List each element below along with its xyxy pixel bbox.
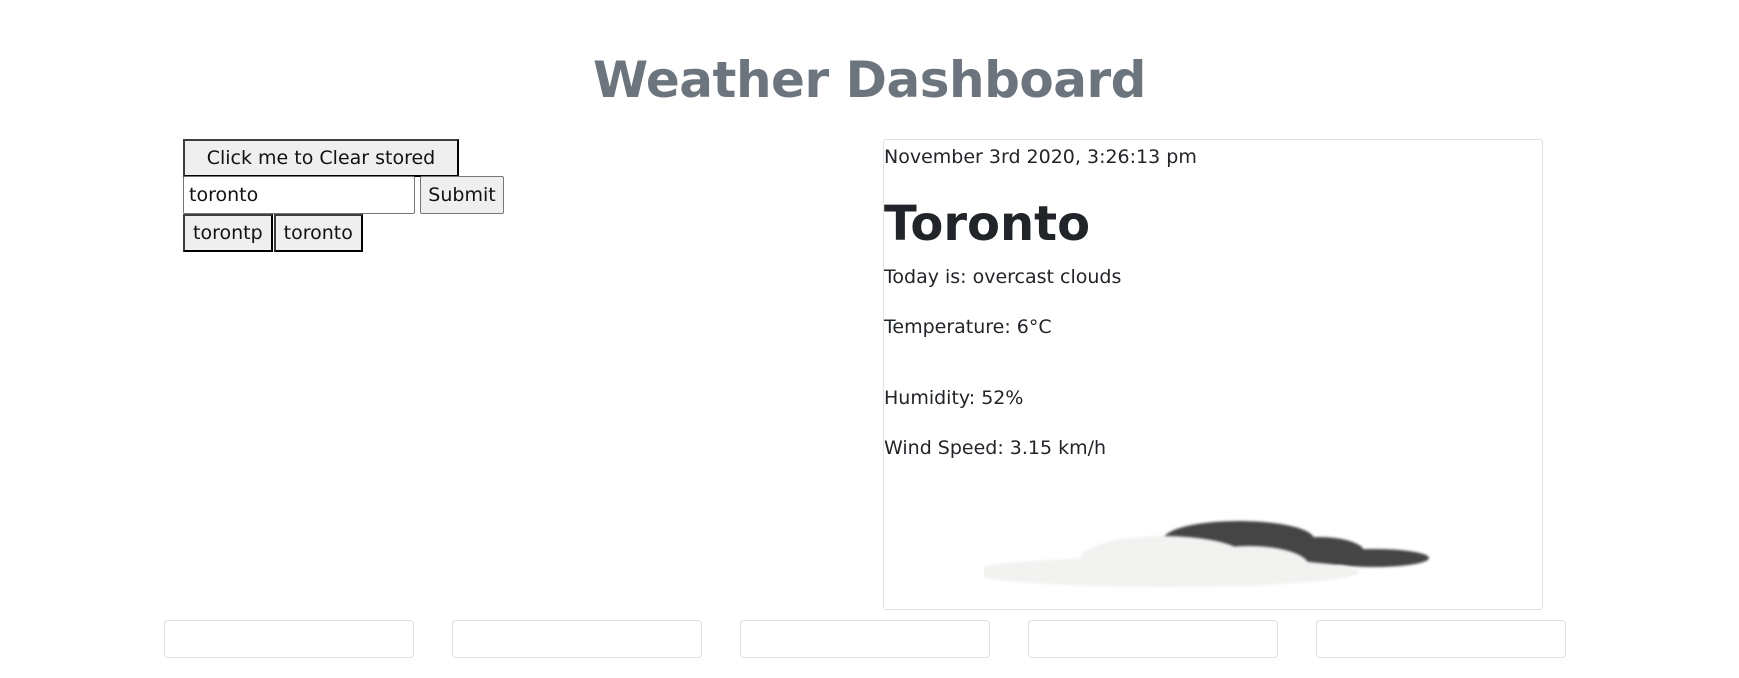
search-history: torontp toronto <box>183 214 364 252</box>
submit-button[interactable]: Submit <box>420 176 504 214</box>
wind-speed: Wind Speed: 3.15 km/h <box>884 437 1107 459</box>
city-name: Toronto <box>884 196 1091 252</box>
city-search-input[interactable] <box>183 176 415 214</box>
history-button-torontp[interactable]: torontp <box>183 214 273 252</box>
current-weather-card: November 3rd 2020, 3:26:13 pm Toronto To… <box>883 139 1543 610</box>
weather-description: Today is: overcast clouds <box>884 266 1122 288</box>
history-button-toronto[interactable]: toronto <box>273 214 363 252</box>
forecast-card-2 <box>452 620 702 658</box>
forecast-card-1 <box>164 620 414 658</box>
page-title: Weather Dashboard <box>593 51 1146 109</box>
forecast-card-5 <box>1316 620 1566 658</box>
overcast-clouds-icon <box>969 512 1454 592</box>
forecast-card-4 <box>1028 620 1278 658</box>
current-datetime: November 3rd 2020, 3:26:13 pm <box>884 146 1197 168</box>
forecast-row <box>164 620 1566 658</box>
humidity: Humidity: 52% <box>884 387 1024 409</box>
forecast-card-3 <box>740 620 990 658</box>
clear-stored-data-button[interactable]: Click me to Clear stored data <box>183 139 459 203</box>
temperature: Temperature: 6°C <box>884 316 1052 338</box>
